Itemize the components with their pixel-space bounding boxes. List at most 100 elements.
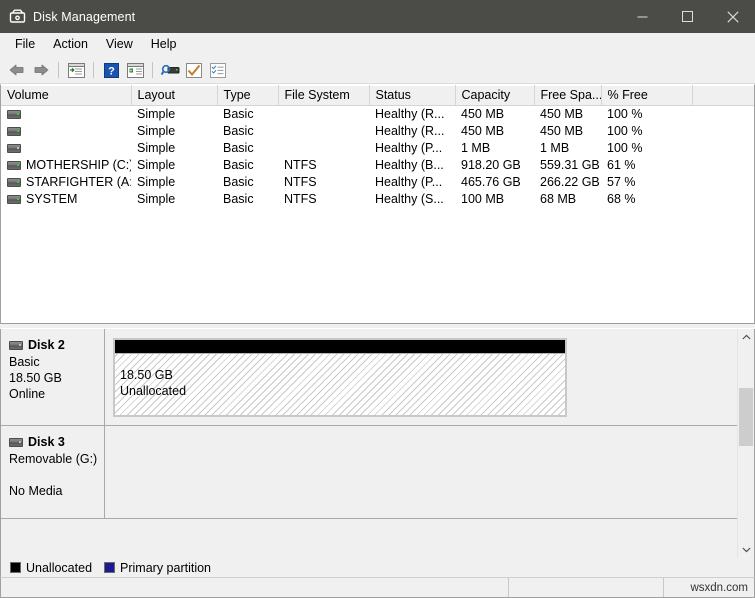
toolbar-separator <box>58 62 59 78</box>
volume-table-header-row: Volume Layout Type File System Status Ca… <box>1 86 754 106</box>
cell-volume: MOTHERSHIP (C:) <box>1 157 131 174</box>
cell-free-space: 450 MB <box>534 106 601 123</box>
disk-status: No Media <box>9 483 104 499</box>
cell-percent-free: 100 % <box>601 123 692 140</box>
menu-file[interactable]: File <box>6 35 44 54</box>
cell-capacity: 450 MB <box>455 123 534 140</box>
volume-label: STARFIGHTER (A:) <box>26 175 131 189</box>
cell-volume: SYSTEM <box>1 191 131 208</box>
drive-icon <box>7 178 21 187</box>
cell-layout: Simple <box>131 157 217 174</box>
chevron-down-icon[interactable] <box>738 541 754 558</box>
legend-label-primary-partition: Primary partition <box>120 561 211 575</box>
disk-row-disk-3[interactable]: Disk 3 Removable (G:) No Media <box>1 426 737 519</box>
cell-status: Healthy (S... <box>369 191 455 208</box>
properties-icon[interactable] <box>182 59 206 81</box>
cell-filler <box>692 140 754 157</box>
toolbar-separator <box>93 62 94 78</box>
menu-action[interactable]: Action <box>44 35 97 54</box>
column-header-volume[interactable]: Volume <box>1 86 131 106</box>
table-row[interactable]: MOTHERSHIP (C:) Simple Basic NTFS Health… <box>1 157 754 174</box>
cell-volume <box>1 106 131 123</box>
disk-management-window: Disk Management File Action View Help <box>0 0 755 598</box>
forward-arrow-icon[interactable] <box>29 59 53 81</box>
show-list-icon[interactable] <box>206 59 230 81</box>
disk-status: Online <box>9 386 104 402</box>
table-row[interactable]: Simple Basic Healthy (P... 1 MB 1 MB 100… <box>1 140 754 157</box>
partition-size: 18.50 GB <box>120 367 565 383</box>
disk-icon <box>9 341 23 350</box>
partition-legend: Unallocated Primary partition <box>0 558 755 577</box>
cell-percent-free: 68 % <box>601 191 692 208</box>
cell-file-system <box>278 106 369 123</box>
cell-volume <box>1 123 131 140</box>
statusbar-middle <box>509 578 664 597</box>
scrollbar-thumb[interactable] <box>739 388 753 446</box>
maximize-button[interactable] <box>665 0 710 33</box>
cell-type: Basic <box>217 191 278 208</box>
cell-percent-free: 100 % <box>601 106 692 123</box>
disk-partitions-disk-2: 18.50 GB Unallocated <box>105 329 656 425</box>
graphical-view-scrollbar[interactable] <box>737 329 754 558</box>
column-header-free-space[interactable]: Free Spa... <box>534 86 601 106</box>
disk-type: Removable (G:) <box>9 451 104 467</box>
table-row[interactable]: STARFIGHTER (A:) Simple Basic NTFS Healt… <box>1 174 754 191</box>
rescan-disks-icon[interactable] <box>158 59 182 81</box>
legend-swatch-unallocated <box>10 562 21 573</box>
legend-item-unallocated: Unallocated <box>10 561 92 575</box>
back-arrow-icon[interactable] <box>5 59 29 81</box>
cell-capacity: 450 MB <box>455 106 534 123</box>
toolbar-separator <box>152 62 153 78</box>
volume-label: SYSTEM <box>26 192 77 206</box>
toolbar: ? <box>0 57 755 84</box>
volume-list-pane[interactable]: Volume Layout Type File System Status Ca… <box>0 84 755 323</box>
drive-icon <box>7 110 21 119</box>
cell-type: Basic <box>217 157 278 174</box>
column-header-status[interactable]: Status <box>369 86 455 106</box>
cell-capacity: 1 MB <box>455 140 534 157</box>
disk-name: Disk 3 <box>28 434 65 450</box>
help-icon[interactable]: ? <box>99 59 123 81</box>
column-header-capacity[interactable]: Capacity <box>455 86 534 106</box>
disk-info-disk-3[interactable]: Disk 3 Removable (G:) No Media <box>1 426 105 518</box>
table-row[interactable]: Simple Basic Healthy (R... 450 MB 450 MB… <box>1 123 754 140</box>
column-header-layout[interactable]: Layout <box>131 86 217 106</box>
chevron-up-icon[interactable] <box>738 329 754 346</box>
partition-color-bar <box>115 340 565 353</box>
scrollbar-track[interactable] <box>738 346 754 541</box>
cell-type: Basic <box>217 106 278 123</box>
show-action-pane-icon[interactable] <box>123 59 147 81</box>
close-button[interactable] <box>710 0 755 33</box>
disk-info-disk-2[interactable]: Disk 2 Basic 18.50 GB Online <box>1 329 105 425</box>
cell-volume <box>1 140 131 157</box>
cell-file-system: NTFS <box>278 191 369 208</box>
cell-status: Healthy (R... <box>369 123 455 140</box>
column-header-filler[interactable] <box>692 86 754 106</box>
partition-unallocated[interactable]: 18.50 GB Unallocated <box>113 338 567 417</box>
show-console-tree-icon[interactable] <box>64 59 88 81</box>
column-header-percent-free[interactable]: % Free <box>601 86 692 106</box>
disk-row-disk-2[interactable]: Disk 2 Basic 18.50 GB Online 18.50 GB Un… <box>1 329 737 426</box>
table-row[interactable]: SYSTEM Simple Basic NTFS Healthy (S... 1… <box>1 191 754 208</box>
svg-text:?: ? <box>108 65 115 77</box>
menubar: File Action View Help <box>0 33 755 57</box>
titlebar[interactable]: Disk Management <box>0 0 755 33</box>
volume-label: MOTHERSHIP (C:) <box>26 158 131 172</box>
disk-title: Disk 2 <box>9 337 104 353</box>
cell-layout: Simple <box>131 140 217 157</box>
graphical-view-content: Disk 2 Basic 18.50 GB Online 18.50 GB Un… <box>1 329 737 558</box>
menu-view[interactable]: View <box>97 35 142 54</box>
cell-file-system <box>278 123 369 140</box>
column-header-file-system[interactable]: File System <box>278 86 369 106</box>
menu-help[interactable]: Help <box>142 35 186 54</box>
statusbar: wsxdn.com <box>0 577 755 598</box>
cell-status: Healthy (B... <box>369 157 455 174</box>
window-title: Disk Management <box>33 10 620 24</box>
legend-swatch-primary-partition <box>104 562 115 573</box>
disk-capacity: 18.50 GB <box>9 370 104 386</box>
cell-free-space: 450 MB <box>534 123 601 140</box>
minimize-button[interactable] <box>620 0 665 33</box>
table-row[interactable]: Simple Basic Healthy (R... 450 MB 450 MB… <box>1 106 754 123</box>
column-header-type[interactable]: Type <box>217 86 278 106</box>
cell-filler <box>692 123 754 140</box>
